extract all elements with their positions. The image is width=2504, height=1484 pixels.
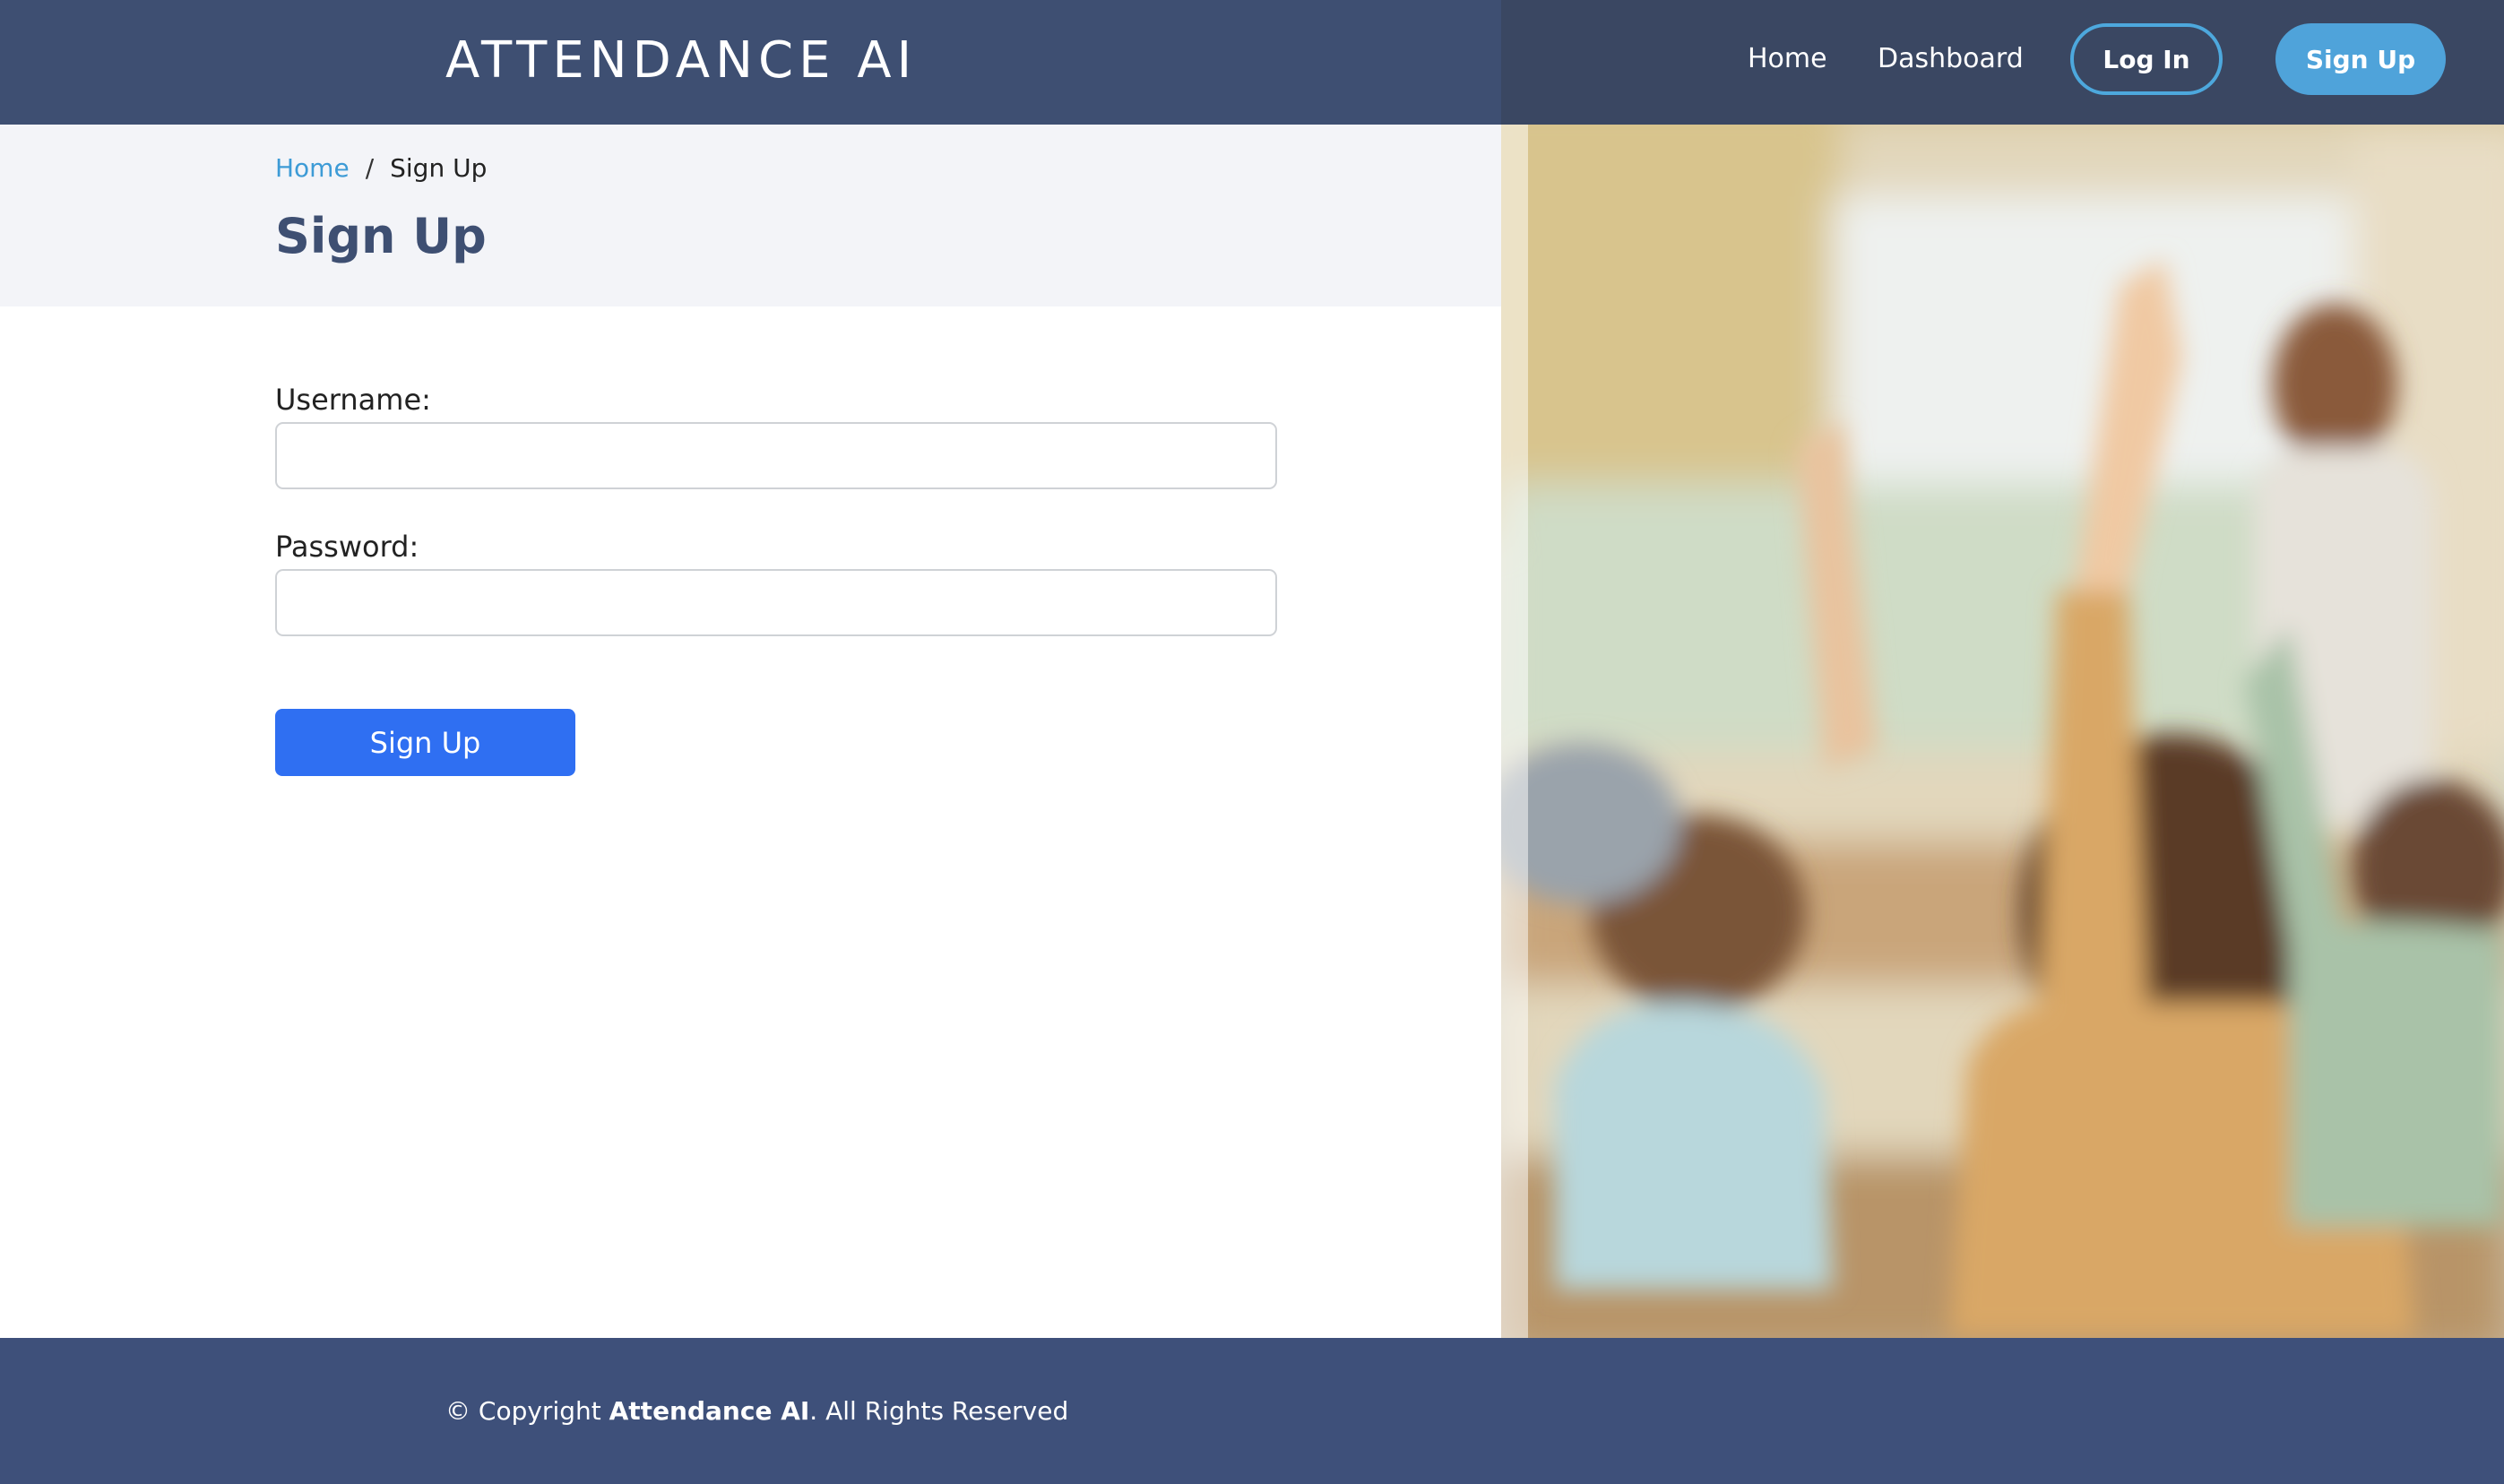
username-input[interactable]: [275, 422, 1277, 489]
breadcrumb-home-link[interactable]: Home: [275, 153, 350, 183]
page-title: Sign Up: [275, 208, 487, 264]
breadcrumb-current: Sign Up: [390, 153, 488, 183]
page-header-band: [0, 125, 1501, 306]
nav-home-link[interactable]: Home: [1748, 39, 1827, 79]
copyright-suffix: . All Rights Reserved: [809, 1396, 1069, 1426]
username-label: Username:: [275, 383, 431, 417]
breadcrumb-separator: /: [365, 153, 375, 183]
copyright-brand: Attendance AI: [609, 1396, 810, 1426]
classroom-photo-illustration: [1501, 125, 2504, 1338]
classroom-photo: [1501, 125, 2504, 1338]
login-button[interactable]: Log In: [2070, 23, 2223, 95]
password-input[interactable]: [275, 569, 1277, 636]
brand-logo[interactable]: ATTENDANCE AI: [445, 25, 917, 97]
copyright-prefix: © Copyright: [445, 1396, 609, 1426]
password-label: Password:: [275, 530, 419, 564]
signup-nav-button[interactable]: Sign Up: [2275, 23, 2446, 95]
signup-submit-button[interactable]: Sign Up: [275, 709, 575, 776]
copyright-text: © Copyright Attendance AI. All Rights Re…: [445, 1393, 1068, 1429]
breadcrumb: Home / Sign Up: [275, 151, 487, 186]
footer: [0, 1338, 2504, 1484]
nav-dashboard-link[interactable]: Dashboard: [1878, 39, 2024, 79]
top-navbar: ATTENDANCE AI Home Dashboard Log In Sign…: [0, 0, 2504, 125]
